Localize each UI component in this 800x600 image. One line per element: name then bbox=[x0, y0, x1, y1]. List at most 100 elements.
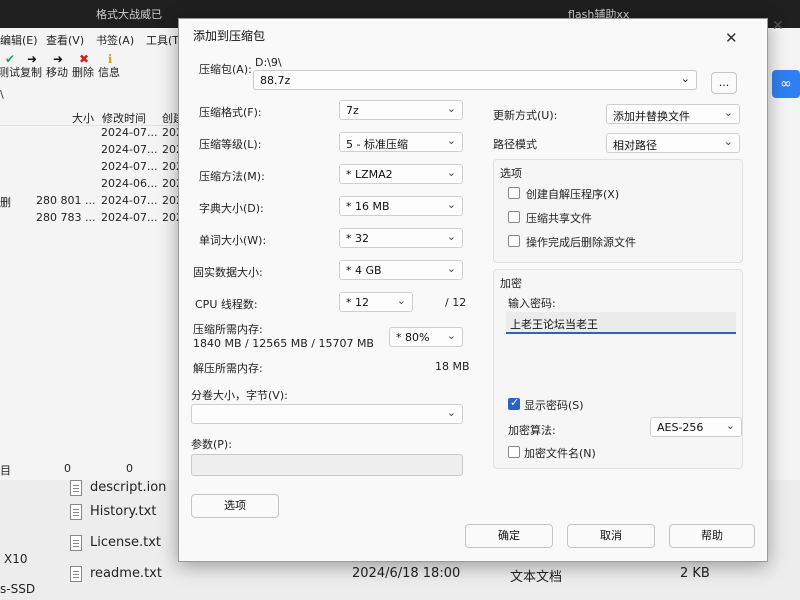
background-statusbar: 目 0 0 bbox=[0, 462, 133, 477]
encrypt-names-checkbox[interactable] bbox=[508, 446, 520, 458]
mem-compress-detail: 1840 MB / 12565 MB / 15707 MB bbox=[193, 337, 374, 350]
move-button[interactable]: ➜ 移动 bbox=[46, 52, 70, 79]
chevron-down-icon: ⌄ bbox=[396, 294, 406, 307]
method-label: 压缩方法(M): bbox=[199, 170, 265, 183]
file-icon bbox=[70, 504, 82, 520]
dialog-title: 添加到压缩包 bbox=[193, 29, 266, 43]
level-select[interactable]: 5 - 标准压缩 ⌄ bbox=[339, 132, 463, 152]
chevron-down-icon: ⌄ bbox=[446, 329, 456, 342]
table-row[interactable]: 删 280 801 ... 2024-07... 202 bbox=[0, 194, 200, 211]
options-group: 选项 创建自解压程序(X) 压缩共享文件 操作完成后删除源文件 bbox=[493, 159, 743, 263]
level-label: 压缩等级(L): bbox=[199, 138, 262, 151]
show-password-label: 显示密码(S) bbox=[524, 399, 584, 412]
info-icon: ℹ bbox=[107, 52, 113, 66]
background-tab-text: 格式大战威已 bbox=[96, 8, 162, 21]
menu-edit[interactable]: 编辑(E) bbox=[0, 32, 38, 48]
file-icon bbox=[70, 480, 82, 496]
info-button[interactable]: ℹ 信息 bbox=[98, 52, 122, 79]
show-password-checkbox[interactable] bbox=[508, 396, 520, 410]
table-row[interactable]: 2024-06... 202 bbox=[0, 177, 200, 194]
solid-label: 固实数据大小: bbox=[193, 266, 263, 279]
format-select[interactable]: 7z ⌄ bbox=[339, 100, 463, 120]
chevron-down-icon: ⌄ bbox=[446, 230, 456, 243]
nav-item-drive[interactable]: X10 bbox=[4, 552, 28, 566]
browse-button[interactable]: ... bbox=[711, 72, 737, 94]
delete-button[interactable]: ✖ 删除 bbox=[72, 52, 96, 79]
mem-decompress-value: 18 MB bbox=[435, 360, 470, 373]
threads-max: / 12 bbox=[445, 296, 467, 309]
background-menubar: 编辑(E) 查看(V) 书签(A) 工具(T) bbox=[0, 30, 200, 48]
background-path: \ bbox=[0, 88, 4, 101]
shared-files-checkbox[interactable] bbox=[508, 211, 520, 223]
chevron-down-icon: ⌄ bbox=[723, 135, 733, 148]
update-select[interactable]: 添加并替换文件 ⌄ bbox=[606, 104, 740, 124]
threads-select[interactable]: * 12 ⌄ bbox=[339, 292, 413, 312]
chevron-down-icon: ⌄ bbox=[446, 198, 456, 211]
pathmode-label: 路径模式 bbox=[493, 138, 537, 151]
table-row[interactable]: 2024-07... 202 bbox=[0, 160, 200, 177]
update-label: 更新方式(U): bbox=[493, 109, 558, 122]
params-label: 参数(P): bbox=[191, 438, 232, 451]
table-row[interactable]: 2024-07... 202 bbox=[0, 143, 200, 160]
column-size[interactable]: 大小 bbox=[72, 110, 94, 126]
help-button[interactable]: 帮助 bbox=[669, 524, 755, 548]
menu-view[interactable]: 查看(V) bbox=[46, 32, 84, 48]
mem-decompress-label: 解压所需内存: bbox=[193, 362, 263, 375]
cancel-button[interactable]: 取消 bbox=[567, 524, 655, 548]
encryption-group-title: 加密 bbox=[500, 277, 522, 290]
params-input[interactable] bbox=[191, 454, 463, 476]
close-icon[interactable]: ✕ bbox=[725, 29, 738, 47]
file-icon bbox=[70, 566, 82, 582]
encrypt-names-label: 加密文件名(N) bbox=[524, 447, 596, 460]
encryption-method-label: 加密算法: bbox=[508, 424, 556, 437]
table-row[interactable]: 280 783 ... 2024-07... 202 bbox=[0, 211, 200, 228]
chevron-down-icon: ⌄ bbox=[725, 419, 735, 432]
threads-label: CPU 线程数: bbox=[195, 298, 258, 311]
ok-button[interactable]: 确定 bbox=[465, 524, 553, 548]
format-label: 压缩格式(F): bbox=[199, 106, 262, 119]
menu-bookmarks[interactable]: 书签(A) bbox=[96, 32, 134, 48]
chevron-down-icon: ⌄ bbox=[446, 166, 456, 179]
archive-label: 压缩包(A): bbox=[199, 63, 252, 76]
table-row[interactable]: 2024-07... 202 bbox=[0, 126, 200, 143]
dict-select[interactable]: * 16 MB ⌄ bbox=[339, 196, 463, 216]
password-label: 输入密码: bbox=[508, 297, 556, 310]
background-column-headers: 大小 修改时间 创建 bbox=[0, 108, 200, 126]
background-toolbar: ✔ 测试 ➜ 复制 ➜ 移动 ✖ 删除 ℹ 信息 bbox=[0, 52, 180, 82]
dict-label: 字典大小(D): bbox=[199, 202, 264, 215]
column-modified[interactable]: 修改时间 bbox=[102, 110, 146, 126]
move-arrow-icon: ➜ bbox=[52, 52, 64, 66]
password-input[interactable]: 上老王论坛当老王 bbox=[506, 312, 736, 334]
pathmode-select[interactable]: 相对路径 ⌄ bbox=[606, 133, 740, 153]
chevron-down-icon: ⌄ bbox=[723, 106, 733, 119]
solid-select[interactable]: * 4 GB ⌄ bbox=[339, 260, 463, 280]
copy-arrow-icon: ➜ bbox=[26, 52, 38, 66]
delete-after-checkbox[interactable] bbox=[508, 235, 520, 247]
check-icon: ✔ bbox=[4, 52, 16, 66]
mem-percent-select[interactable]: * 80% ⌄ bbox=[389, 327, 463, 347]
archive-dir: D:\9\ bbox=[255, 56, 282, 69]
shared-files-label: 压缩共享文件 bbox=[526, 212, 592, 225]
add-to-archive-dialog: 添加到压缩包 ✕ 压缩包(A): D:\9\ 88.7z ⌄ ... 压缩格式(… bbox=[178, 18, 768, 562]
close-icon[interactable]: ✕ bbox=[772, 18, 784, 34]
nav-item-ssd[interactable]: s-SSD bbox=[0, 582, 35, 596]
delete-after-label: 操作完成后删除源文件 bbox=[526, 236, 636, 249]
copy-button[interactable]: ➜ 复制 bbox=[20, 52, 44, 79]
options-button[interactable]: 选项 bbox=[191, 494, 279, 518]
archive-path-input[interactable]: 88.7z ⌄ bbox=[253, 70, 697, 90]
list-item[interactable]: readme.txt 2024/6/18 18:00 文本文档 2 KB bbox=[70, 564, 790, 586]
delete-x-icon: ✖ bbox=[78, 52, 90, 66]
word-select[interactable]: * 32 ⌄ bbox=[339, 228, 463, 248]
split-select[interactable]: ⌄ bbox=[191, 404, 463, 424]
mem-compress-label: 压缩所需内存: bbox=[193, 323, 263, 336]
chevron-down-icon[interactable]: ⌄ bbox=[681, 72, 690, 85]
method-select[interactable]: * LZMA2 ⌄ bbox=[339, 164, 463, 184]
cloud-app-icon[interactable]: ∞ bbox=[772, 70, 800, 98]
encryption-method-select[interactable]: AES-256 ⌄ bbox=[650, 417, 742, 437]
chevron-down-icon: ⌄ bbox=[446, 262, 456, 275]
test-button[interactable]: ✔ 测试 bbox=[0, 52, 22, 79]
split-label: 分卷大小，字节(V): bbox=[191, 389, 288, 402]
sfx-checkbox[interactable] bbox=[508, 187, 520, 199]
options-group-title: 选项 bbox=[500, 167, 522, 180]
file-icon bbox=[70, 535, 82, 551]
